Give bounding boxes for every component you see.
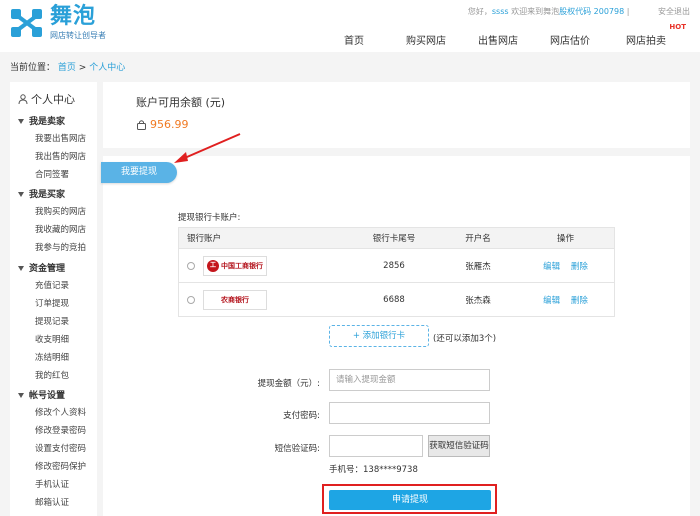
red-arrow-annotation [174,133,241,163]
sidebar-item-my-bought[interactable]: 我购买的网店 [35,205,86,217]
rural-bank-logo: 农商银行 [203,289,267,310]
apply-withdraw-button[interactable]: 申请提现 [329,490,491,510]
greeting-text: 欢迎来到舞泡 [511,7,560,16]
logo-slogan: 网店转让创导者 [50,31,106,40]
delete-link[interactable]: 删除 [571,296,588,306]
nav-auction-label: 网店拍卖 [626,36,666,47]
balance-label: 账户可用余额 (元) [136,96,226,109]
col-actions: 操作 [556,234,574,244]
site-logo[interactable]: 舞泡 网店转让创导者 [10,5,106,41]
tab-withdraw[interactable]: 我要提现 [101,162,177,183]
sidebar-item-my-sold[interactable]: 我出售的网店 [35,150,86,162]
sidebar-item-phone-auth[interactable]: 手机认证 [35,478,69,490]
sidebar-item-transactions[interactable]: 收支明细 [35,333,69,345]
table-header: 银行账户 银行卡尾号 开户名 操作 [179,228,614,248]
sidebar-item-profile[interactable]: 修改个人资料 [35,406,86,418]
breadcrumb-prefix: 当前位置： [10,63,56,73]
account-holder: 张雁杰 [465,261,491,272]
sidebar-item-auctions[interactable]: 我参与的竞拍 [35,241,86,253]
col-bank-account: 银行账户 [187,234,222,244]
caret-down-icon [18,119,24,124]
icbc-logo: 工 中国工商银行 [203,255,267,276]
sidebar-item-pay-password[interactable]: 设置支付密码 [35,442,86,454]
sidebar-group-label: 帐号设置 [29,391,66,401]
phone-number: 手机号：138****9738 [329,465,418,475]
bank-name: 农商银行 [221,295,249,304]
sidebar-item-login-password[interactable]: 修改登录密码 [35,424,86,436]
edit-link[interactable]: 编辑 [543,262,560,272]
sidebar-group-funds[interactable]: 资金管理 [18,261,65,274]
sidebar: 个人中心 我是卖家 我要出售网店 我出售的网店 合同签署 我是买家 我购买的网店… [10,82,97,516]
greeting-sep: | [626,7,630,16]
sidebar-item-red-packet[interactable]: 我的红包 [35,369,69,381]
breadcrumb: 当前位置： 首页 > 个人中心 [10,60,125,73]
sidebar-item-frozen[interactable]: 冻结明细 [35,351,69,363]
col-holder: 开户名 [465,234,491,244]
logo-icon [11,9,42,37]
account-radio[interactable] [187,295,195,304]
user-icon [18,94,28,104]
amount-input[interactable]: 请输入提现金额 [329,369,490,391]
sidebar-item-recharge[interactable]: 充值记录 [35,279,69,291]
sidebar-group-label: 我是卖家 [29,117,66,127]
breadcrumb-home[interactable]: 首页 [58,63,76,73]
greeting-prefix: 您好， [467,7,492,16]
caret-down-icon [18,192,24,197]
sidebar-group-account[interactable]: 帐号设置 [18,388,65,401]
sidebar-group-buyer[interactable]: 我是买家 [18,187,65,200]
account-radio[interactable] [187,261,195,270]
delete-link[interactable]: 删除 [571,262,588,272]
sms-code-input[interactable] [329,435,423,457]
caret-down-icon [18,266,24,271]
main-nav: 首页 购买网店 出售网店 网店估价 网店拍卖 HOT [318,23,686,47]
get-sms-code-button[interactable]: 获取短信验证码 [428,435,490,457]
sidebar-title-label: 个人中心 [31,93,75,106]
card-tail: 6688 [383,294,405,305]
sidebar-item-order-withdraw[interactable]: 订单提现 [35,297,69,309]
breadcrumb-current: 个人中心 [89,63,126,73]
nav-auction[interactable]: 网店拍卖 HOT [606,23,686,47]
col-card-tail: 银行卡尾号 [372,234,416,244]
nav-sell-store[interactable]: 出售网店 [462,32,534,47]
sidebar-group-label: 资金管理 [29,264,66,274]
username-link[interactable]: ssss [492,7,509,16]
pay-password-label: 支付密码: [283,411,320,421]
logo-name: 舞泡 [50,4,97,29]
sidebar-item-password-protect[interactable]: 修改密码保护 [35,460,86,472]
card-tail: 2856 [383,260,405,271]
edit-link[interactable]: 编辑 [543,296,560,306]
wallet-lock-icon [137,120,146,130]
bank-accounts-label: 提现银行卡账户: [178,213,241,223]
top-header: 舞泡 网店转让创导者 您好，ssss 欢迎来到舞泡股权代码 200798 | 安… [0,0,700,52]
bank-accounts-table: 银行账户 银行卡尾号 开户名 操作 工 中国工商银行 2856 张雁杰 编辑 删… [178,227,615,317]
sidebar-item-withdraw-records[interactable]: 提现记录 [35,315,69,327]
nav-buy-store[interactable]: 购买网店 [390,32,462,47]
nav-home[interactable]: 首页 [318,32,390,47]
bank-name: 中国工商银行 [221,261,263,270]
top-user-bar: 您好，ssss 欢迎来到舞泡股权代码 200798 | 安全退出 [468,6,690,17]
sidebar-group-seller[interactable]: 我是卖家 [18,114,65,127]
hot-badge: HOT [669,23,686,31]
sidebar-group-label: 我是买家 [29,190,66,200]
sidebar-item-email-auth[interactable]: 邮箱认证 [35,496,69,508]
add-card-hint: (还可以添加3个) [433,334,497,344]
nav-valuation[interactable]: 网店估价 [534,32,606,47]
logout-link[interactable]: 安全退出 [658,7,690,16]
table-row: 工 中国工商银行 2856 张雁杰 编辑 删除 [179,248,614,282]
sidebar-item-sell-store[interactable]: 我要出售网店 [35,132,86,144]
amount-label: 提现金额（元）: [257,379,320,389]
icbc-badge-icon: 工 [207,259,219,272]
caret-down-icon [18,393,24,398]
breadcrumb-sep: > [78,63,87,73]
add-bank-card-button[interactable]: + 添加银行卡 [329,325,429,347]
sidebar-item-contract[interactable]: 合同签署 [35,168,69,180]
sidebar-item-favorites[interactable]: 我收藏的网店 [35,223,86,235]
account-holder: 张杰森 [465,295,491,306]
sidebar-title: 个人中心 [18,91,75,107]
sms-code-label: 短信验证码: [274,444,320,454]
pay-password-input[interactable] [329,402,490,424]
table-row: 农商银行 6688 张杰森 编辑 删除 [179,282,614,316]
stock-code: 股权代码 200798 [559,7,625,16]
